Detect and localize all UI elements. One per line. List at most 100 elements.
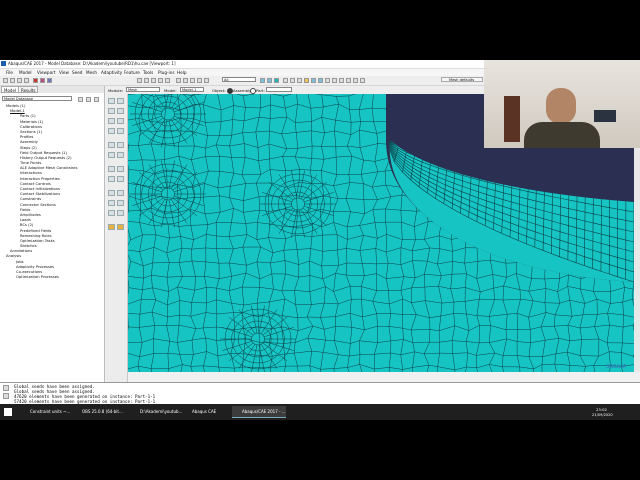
context-bar: Module: Mesh Model: Model-1 Object: Asse… — [106, 86, 484, 94]
csys-icon[interactable] — [339, 78, 344, 83]
tool-icon[interactable] — [47, 78, 52, 83]
translucency-icon[interactable] — [290, 78, 295, 83]
wireframe-icon[interactable] — [260, 78, 265, 83]
menu-seed[interactable]: Seed — [72, 70, 82, 75]
datum-axis-icon[interactable] — [117, 176, 124, 182]
seed-edge-icon[interactable] — [117, 98, 124, 104]
menu-feature[interactable]: Feature — [124, 70, 140, 75]
annotation-icon[interactable] — [346, 78, 351, 83]
mesh-region-icon[interactable] — [117, 118, 124, 124]
assign-element-icon[interactable] — [108, 224, 115, 230]
open-file-icon[interactable] — [10, 78, 15, 83]
verify-icon[interactable] — [360, 78, 365, 83]
reference-point-icon[interactable] — [108, 200, 115, 206]
partition-edge-icon[interactable] — [108, 142, 115, 148]
menu-mesh[interactable]: Mesh — [86, 70, 97, 75]
color-icon[interactable] — [304, 78, 309, 83]
menu-help[interactable]: Help — [177, 70, 187, 75]
menu-file[interactable]: File — [6, 70, 13, 75]
delete-mesh-icon[interactable] — [108, 128, 115, 134]
datum-icon[interactable] — [325, 78, 330, 83]
query-icon[interactable] — [33, 78, 38, 83]
virtual-topology-icon[interactable] — [117, 152, 124, 158]
display-group-icon[interactable] — [204, 78, 209, 83]
mesh-icon[interactable] — [353, 78, 358, 83]
auto-fit-icon[interactable] — [165, 78, 170, 83]
object-label: Object: — [212, 88, 226, 93]
window-title: Abaqus/CAE 2017 - Model Database: D:\Aka… — [8, 61, 176, 66]
taskbar-abaqus-cae[interactable]: Abaqus CAE — [182, 406, 230, 418]
zoom-box-icon[interactable] — [158, 78, 163, 83]
mesh-defaults-button[interactable]: Mesh defaults — [441, 77, 483, 82]
mesh-instance-icon[interactable] — [117, 224, 124, 230]
filter-icon[interactable] — [94, 97, 99, 102]
model-database-select[interactable]: Model Database — [2, 96, 72, 101]
taskbar-obs[interactable]: OBS 25.0.8 (64-bit... — [72, 406, 128, 418]
tab-model[interactable]: Model — [1, 86, 20, 93]
taskbar-time: 23:02 — [596, 407, 607, 412]
create-set-icon[interactable] — [108, 190, 115, 196]
element-type-icon[interactable] — [117, 108, 124, 114]
save-icon[interactable] — [17, 78, 22, 83]
mesh-toolbox — [106, 94, 128, 382]
render-options-icon[interactable] — [297, 78, 302, 83]
seed-part-icon[interactable] — [108, 98, 115, 104]
shaded-icon[interactable] — [274, 78, 279, 83]
display-options-icon[interactable] — [117, 210, 124, 216]
model-select[interactable]: Model-1 — [180, 87, 204, 92]
python-tab-icon[interactable] — [3, 393, 9, 399]
message-log: Global seeds have been assigned. Global … — [14, 384, 155, 404]
tree-item[interactable]: Optimization Processes — [6, 275, 78, 280]
datum-csys-icon[interactable] — [117, 200, 124, 206]
hidden-line-icon[interactable] — [267, 78, 272, 83]
part-select[interactable] — [266, 87, 292, 92]
taskbar-abaqus-window[interactable]: Abaqus/CAE 2017 - ... — [232, 406, 286, 418]
webcam-person-face — [546, 88, 576, 124]
mesh-part-icon[interactable] — [108, 118, 115, 124]
menu-viewport[interactable]: Viewport — [37, 70, 56, 75]
webcam-monitor — [594, 110, 616, 122]
mesh-options-icon[interactable] — [318, 78, 323, 83]
magnify-icon[interactable] — [151, 78, 156, 83]
mesh-defaults-label: Mesh defaults — [449, 78, 475, 82]
partition-cell-icon[interactable] — [108, 152, 115, 158]
menu-model[interactable]: Model — [19, 70, 32, 75]
model-label: Model: — [164, 88, 177, 93]
mesh-controls-icon[interactable] — [108, 108, 115, 114]
perspective-icon[interactable] — [283, 78, 288, 83]
windows-start-icon[interactable] — [4, 408, 12, 416]
rotate-icon[interactable] — [144, 78, 149, 83]
module-select[interactable]: Mesh — [126, 87, 160, 92]
create-surface-icon[interactable] — [117, 190, 124, 196]
webcam-door — [504, 96, 520, 142]
panel-tabs: Model Results — [0, 86, 104, 93]
top-view-icon[interactable] — [190, 78, 195, 83]
tab-results[interactable]: Results — [18, 86, 39, 93]
menu-view[interactable]: View — [59, 70, 69, 75]
partition-face-icon[interactable] — [117, 142, 124, 148]
menu-plugins[interactable]: Plug-ins — [158, 70, 175, 75]
pan-icon[interactable] — [137, 78, 142, 83]
color-code-icon[interactable] — [40, 78, 45, 83]
front-view-icon[interactable] — [183, 78, 188, 83]
menu-tools[interactable]: Tools — [143, 70, 153, 75]
model-tree: Models (1) Model-1 Parts (1) Materials (… — [6, 104, 78, 280]
new-file-icon[interactable] — [3, 78, 8, 83]
datum-point-icon[interactable] — [108, 176, 115, 182]
collapse-icon[interactable] — [86, 97, 91, 102]
message-tab-icon[interactable] — [3, 385, 9, 391]
mesh-stats-icon[interactable] — [117, 166, 124, 172]
menu-adaptivity[interactable]: Adaptivity — [101, 70, 122, 75]
iso-view-icon[interactable] — [176, 78, 181, 83]
edit-mesh-icon[interactable] — [108, 166, 115, 172]
verify-mesh-icon[interactable] — [117, 128, 124, 134]
query-tool-icon[interactable] — [108, 210, 115, 216]
taskbar-explorer[interactable]: D:\Akademi\youtub... — [130, 406, 182, 418]
expand-icon[interactable] — [78, 97, 83, 102]
print-icon[interactable] — [24, 78, 29, 83]
side-view-icon[interactable] — [197, 78, 202, 83]
replace-icon[interactable] — [332, 78, 337, 83]
render-style-select[interactable]: All — [222, 77, 256, 82]
mesh-display-icon[interactable] — [311, 78, 316, 83]
taskbar-chrome[interactable]: Constraint units ~... — [20, 406, 70, 418]
